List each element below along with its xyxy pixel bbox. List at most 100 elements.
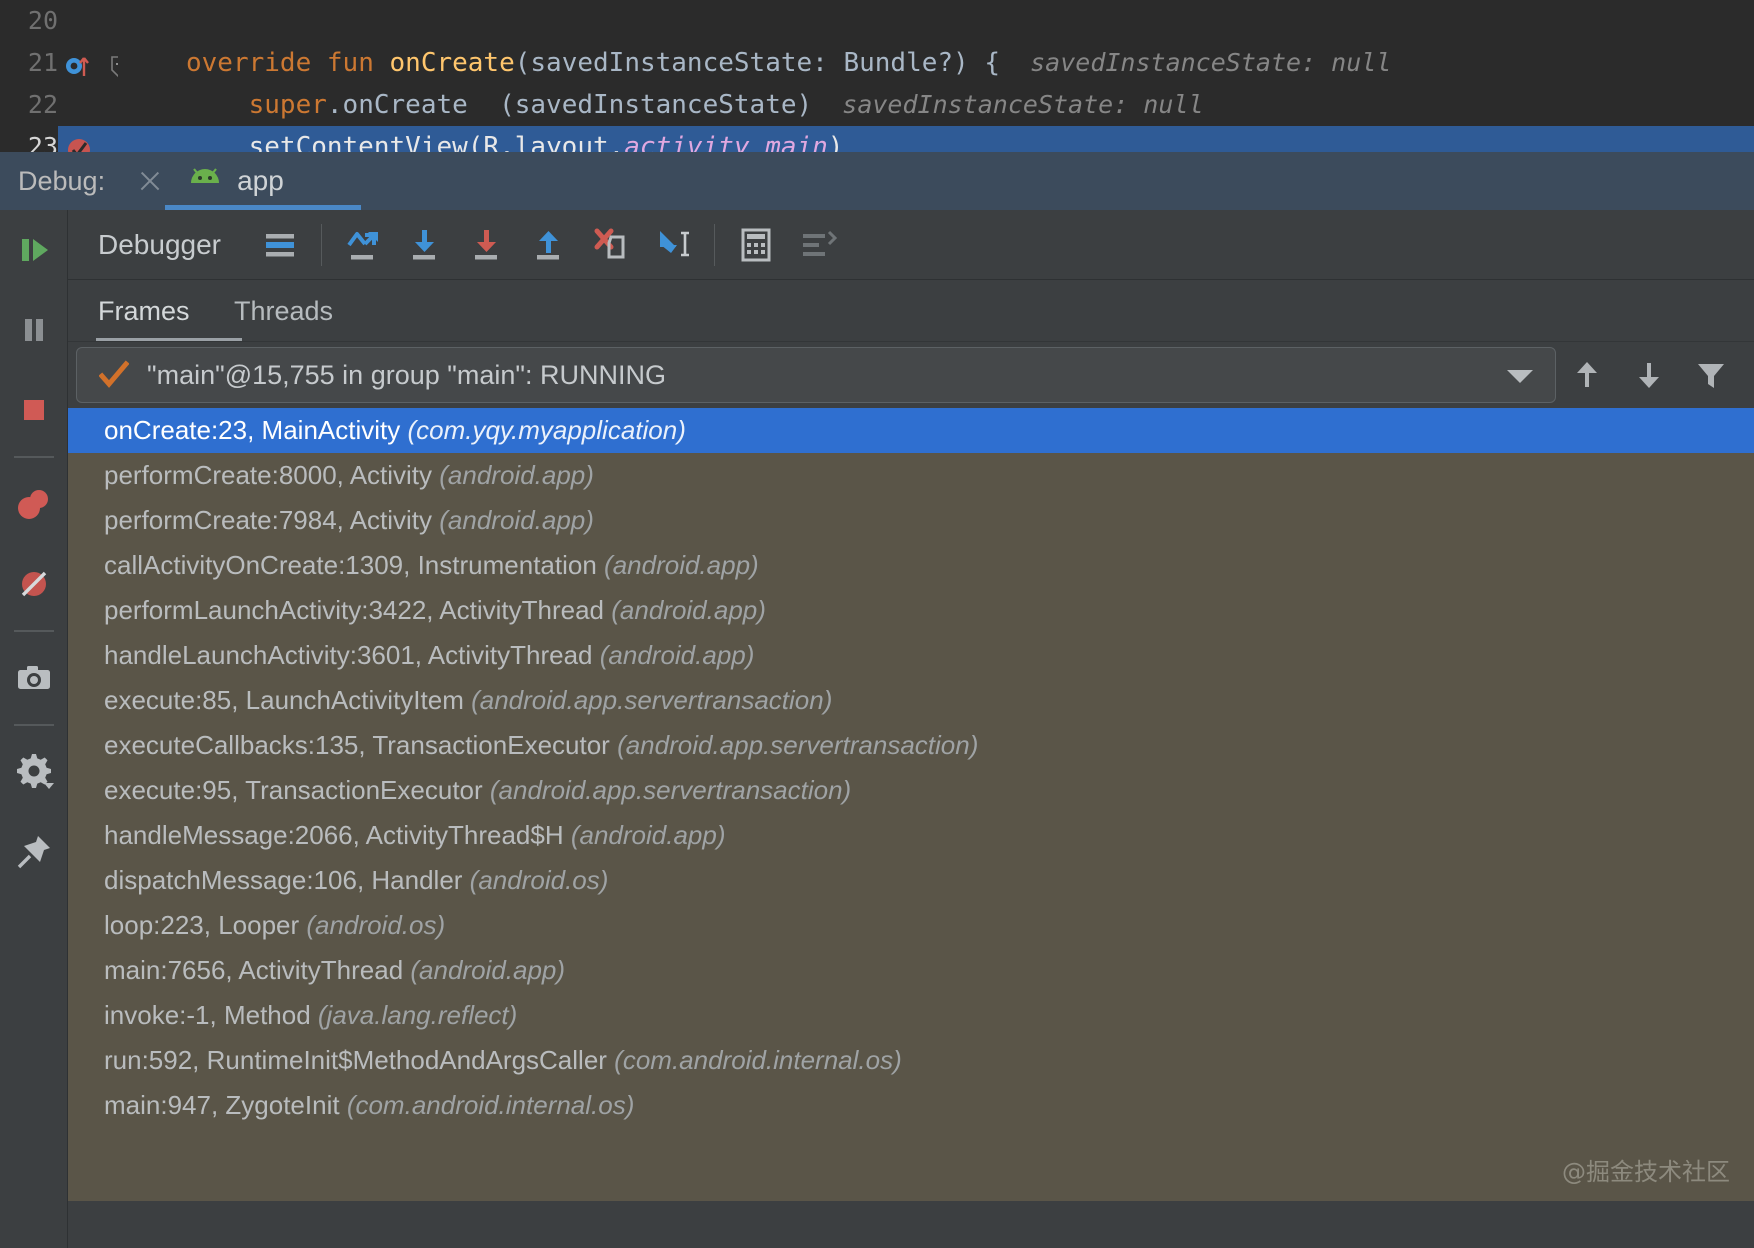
step-over-button[interactable] bbox=[332, 214, 394, 276]
override-marker-icon[interactable] bbox=[64, 50, 90, 76]
code-text: override fun onCreate(savedInstanceState… bbox=[186, 42, 1391, 84]
layout-icon[interactable] bbox=[787, 214, 849, 276]
android-studio-debugger-window: 20 21 override fun onCreate(savedInstanceS… bbox=[0, 0, 1754, 1248]
pin-icon[interactable] bbox=[0, 812, 68, 892]
debug-tool-window-header: Debug: app bbox=[0, 152, 1754, 210]
calculator-icon[interactable] bbox=[725, 214, 787, 276]
thread-selector-row: "main"@15,755 in group "main": RUNNING bbox=[68, 342, 1754, 408]
frame-package: (com.yqy.myapplication) bbox=[407, 415, 686, 445]
frame-method: main:7656, ActivityThread bbox=[104, 955, 411, 985]
frame-method: dispatchMessage:106, Handler bbox=[104, 865, 470, 895]
debug-session-tab[interactable]: app bbox=[135, 152, 362, 210]
debug-side-toolbar bbox=[0, 210, 68, 1248]
resume-program-button[interactable] bbox=[0, 210, 68, 290]
debugger-sub-tabs: Frames Threads bbox=[68, 280, 1754, 342]
frame-row[interactable]: execute:85, LaunchActivityItem (android.… bbox=[68, 678, 1754, 723]
code-line[interactable]: 22 super.onCreate (savedInstanceState) s… bbox=[0, 84, 1754, 126]
frame-row[interactable]: performCreate:8000, Activity (android.ap… bbox=[68, 453, 1754, 498]
move-frame-up-button[interactable] bbox=[1556, 347, 1618, 403]
frame-method: performCreate:7984, Activity bbox=[104, 505, 440, 535]
frame-package: (android.app) bbox=[439, 505, 594, 535]
frame-row[interactable]: performCreate:7984, Activity (android.ap… bbox=[68, 498, 1754, 543]
view-breakpoints-button[interactable] bbox=[0, 464, 68, 544]
frame-package: (android.app) bbox=[604, 550, 759, 580]
tab-frames[interactable]: Frames bbox=[98, 280, 190, 342]
frame-row[interactable]: loop:223, Looper (android.os) bbox=[68, 903, 1754, 948]
thread-selector[interactable]: "main"@15,755 in group "main": RUNNING bbox=[76, 347, 1556, 403]
camera-icon[interactable] bbox=[0, 638, 68, 718]
step-into-button[interactable] bbox=[394, 214, 456, 276]
step-out-button[interactable] bbox=[518, 214, 580, 276]
code-token: override bbox=[186, 48, 327, 78]
frame-row[interactable]: performLaunchActivity:3422, ActivityThre… bbox=[68, 588, 1754, 633]
frame-package: (android.app.servertransaction) bbox=[471, 685, 833, 715]
rail-divider bbox=[13, 456, 54, 458]
frame-method: execute:95, TransactionExecutor bbox=[104, 775, 490, 805]
rail-divider bbox=[13, 724, 54, 726]
code-line[interactable]: 21 override fun onCreate(savedInstanceSta… bbox=[0, 42, 1754, 84]
gutter-strip bbox=[118, 42, 182, 84]
check-icon bbox=[98, 360, 130, 390]
move-frame-down-button[interactable] bbox=[1618, 347, 1680, 403]
frame-package: (java.lang.reflect) bbox=[317, 1000, 518, 1030]
breakpoint-icon[interactable] bbox=[64, 134, 90, 152]
tab-frames-label: Frames bbox=[98, 295, 190, 326]
code-token: fun bbox=[326, 48, 390, 78]
tab-threads[interactable]: Threads bbox=[234, 280, 333, 342]
frame-row[interactable]: onCreate:23, MainActivity (com.yqy.myapp… bbox=[68, 408, 1754, 453]
code-token: .onCreate (savedInstanceState) bbox=[326, 90, 813, 120]
frame-method: performCreate:8000, Activity bbox=[104, 460, 440, 490]
frame-package: (android.app) bbox=[439, 460, 594, 490]
rail-divider bbox=[13, 630, 54, 632]
frame-row[interactable]: invoke:-1, Method (java.lang.reflect) bbox=[68, 993, 1754, 1038]
frame-package: (com.android.internal.os) bbox=[346, 1090, 635, 1120]
drop-frame-button[interactable] bbox=[580, 214, 642, 276]
frame-method: run:592, RuntimeInit$MethodAndArgsCaller bbox=[104, 1045, 615, 1075]
frame-method: invoke:-1, Method bbox=[104, 1000, 318, 1030]
frame-row[interactable]: handleLaunchActivity:3601, ActivityThrea… bbox=[68, 633, 1754, 678]
call-stack-frames-list[interactable]: onCreate:23, MainActivity (com.yqy.myapp… bbox=[68, 408, 1754, 1201]
code-token: ) bbox=[827, 132, 844, 152]
pause-program-button[interactable] bbox=[0, 290, 68, 370]
gear-icon[interactable] bbox=[0, 732, 68, 812]
frame-package: (android.app) bbox=[410, 955, 566, 985]
code-text: setContentView(R.layout.activity_main) bbox=[186, 126, 844, 152]
code-line[interactable]: 20 bbox=[0, 0, 1754, 42]
code-token: setContentView(R.layout. bbox=[186, 132, 625, 152]
gutter-strip bbox=[118, 0, 182, 42]
mute-breakpoints-button[interactable] bbox=[0, 544, 68, 624]
run-to-cursor-button[interactable] bbox=[642, 214, 704, 276]
frame-method: callActivityOnCreate:1309, Instrumentati… bbox=[104, 550, 605, 580]
line-number: 21 bbox=[27, 48, 58, 77]
code-token: super bbox=[248, 90, 327, 120]
gutter-strip bbox=[118, 84, 182, 126]
close-icon[interactable] bbox=[135, 166, 165, 196]
frame-row[interactable]: dispatchMessage:106, Handler (android.os… bbox=[68, 858, 1754, 903]
frame-row[interactable]: handleMessage:2066, ActivityThread$H (an… bbox=[68, 813, 1754, 858]
code-text: super.onCreate (savedInstanceState) save… bbox=[186, 84, 1204, 126]
frame-row[interactable]: callActivityOnCreate:1309, Instrumentati… bbox=[68, 543, 1754, 588]
show-execution-point-button[interactable] bbox=[249, 214, 311, 276]
force-step-into-button[interactable] bbox=[456, 214, 518, 276]
line-number: 22 bbox=[27, 90, 58, 119]
frame-method: performLaunchActivity:3422, ActivityThre… bbox=[104, 595, 612, 625]
chevron-down-icon[interactable] bbox=[1507, 370, 1533, 383]
frame-row[interactable]: main:947, ZygoteInit (com.android.intern… bbox=[68, 1083, 1754, 1128]
debug-label: Debug: bbox=[18, 165, 106, 196]
frame-package: (com.android.internal.os) bbox=[614, 1045, 902, 1075]
code-line[interactable]: 23 setContentView(R.layout.activity_main… bbox=[0, 126, 1754, 152]
frame-method: main:947, ZygoteInit bbox=[104, 1090, 347, 1120]
frame-row[interactable]: run:592, RuntimeInit$MethodAndArgsCaller… bbox=[68, 1038, 1754, 1083]
code-editor[interactable]: 20 21 override fun onCreate(savedInstanceS… bbox=[0, 0, 1754, 152]
filter-frames-button[interactable] bbox=[1680, 347, 1742, 403]
frame-row[interactable]: executeCallbacks:135, TransactionExecuto… bbox=[68, 723, 1754, 768]
frame-row[interactable]: main:7656, ActivityThread (android.app) bbox=[68, 948, 1754, 993]
frame-package: (android.app.servertransaction) bbox=[617, 730, 979, 760]
frame-method: handleLaunchActivity:3601, ActivityThrea… bbox=[104, 640, 600, 670]
frame-method: handleMessage:2066, ActivityThread$H bbox=[104, 820, 571, 850]
stop-button[interactable] bbox=[0, 370, 68, 450]
gutter-strip bbox=[118, 126, 182, 152]
frame-method: executeCallbacks:135, TransactionExecuto… bbox=[104, 730, 618, 760]
tab-threads-label: Threads bbox=[234, 295, 334, 326]
frame-row[interactable]: execute:95, TransactionExecutor (android… bbox=[68, 768, 1754, 813]
